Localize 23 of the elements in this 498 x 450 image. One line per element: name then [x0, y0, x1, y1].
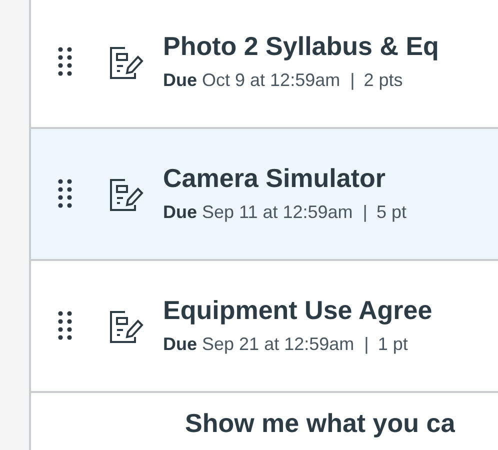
due-label: Due — [163, 202, 198, 222]
assignment-icon — [109, 176, 144, 212]
drag-handle-icon[interactable] — [58, 311, 72, 341]
due-date: Oct 9 at 12:59am — [202, 70, 340, 90]
assignment-icon — [109, 308, 144, 344]
separator: | — [350, 70, 355, 90]
drag-handle-icon[interactable] — [58, 179, 72, 209]
points: 1 pt — [378, 334, 408, 354]
points: 5 pt — [376, 202, 407, 222]
assignment-row[interactable]: Camera Simulator Due Sep 11 at 12:59am | 5 pt — [31, 129, 498, 261]
separator: | — [364, 334, 369, 354]
separator: | — [362, 202, 368, 222]
points: 2 pts — [364, 70, 403, 90]
due-label: Due — [163, 70, 198, 90]
due-date: Sep 11 at 12:59am — [202, 202, 353, 222]
assignment-title[interactable]: Camera Simulator — [163, 162, 407, 194]
drag-handle-icon[interactable] — [58, 47, 72, 77]
due-label: Due — [163, 334, 198, 354]
assignment-icon — [109, 44, 144, 80]
assignment-title[interactable]: Show me what you ca — [185, 407, 456, 439]
assignment-title[interactable]: Photo 2 Syllabus & Eq — [163, 30, 439, 62]
assignment-title[interactable]: Equipment Use Agree — [163, 294, 432, 326]
due-date: Sep 21 at 12:59am — [202, 334, 354, 354]
